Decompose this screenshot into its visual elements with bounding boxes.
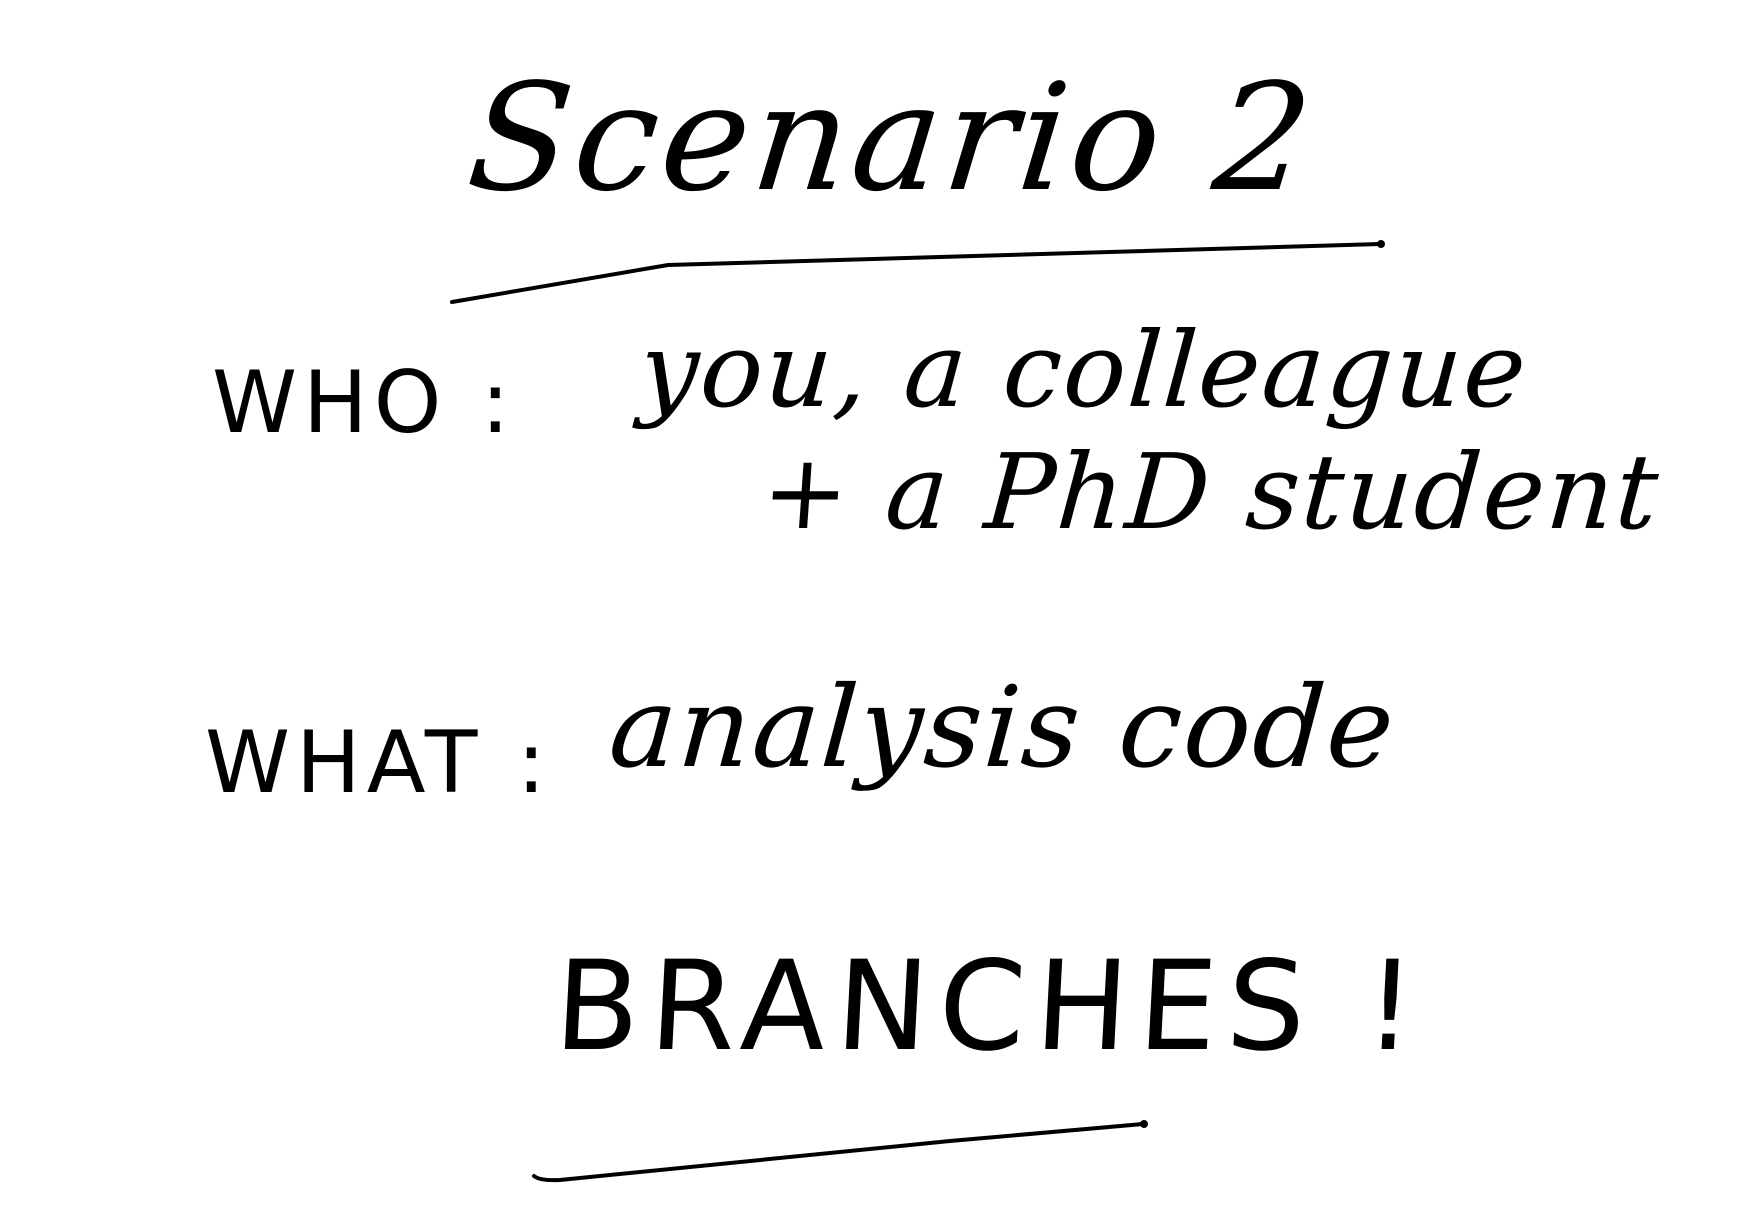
title-underline-dot [1377, 240, 1385, 248]
handwritten-slide: Scenario 2 WHO : you, a colleague + a Ph… [0, 0, 1756, 1228]
exclamation-underline [532, 1122, 1145, 1183]
slide-title: Scenario 2 [460, 52, 1323, 224]
who-value-line-1: you, a colleague [635, 309, 1532, 431]
title-underline [450, 242, 1382, 304]
branches-exclamation: BRANCHES ! [551, 935, 1429, 1079]
who-value-line-2: + a PhD student [757, 431, 1664, 553]
what-value: analysis code [605, 663, 1400, 793]
exclamation-underline-dot [1140, 1120, 1148, 1128]
who-label: WHO : [212, 353, 516, 453]
what-label: WHAT : [205, 713, 552, 813]
